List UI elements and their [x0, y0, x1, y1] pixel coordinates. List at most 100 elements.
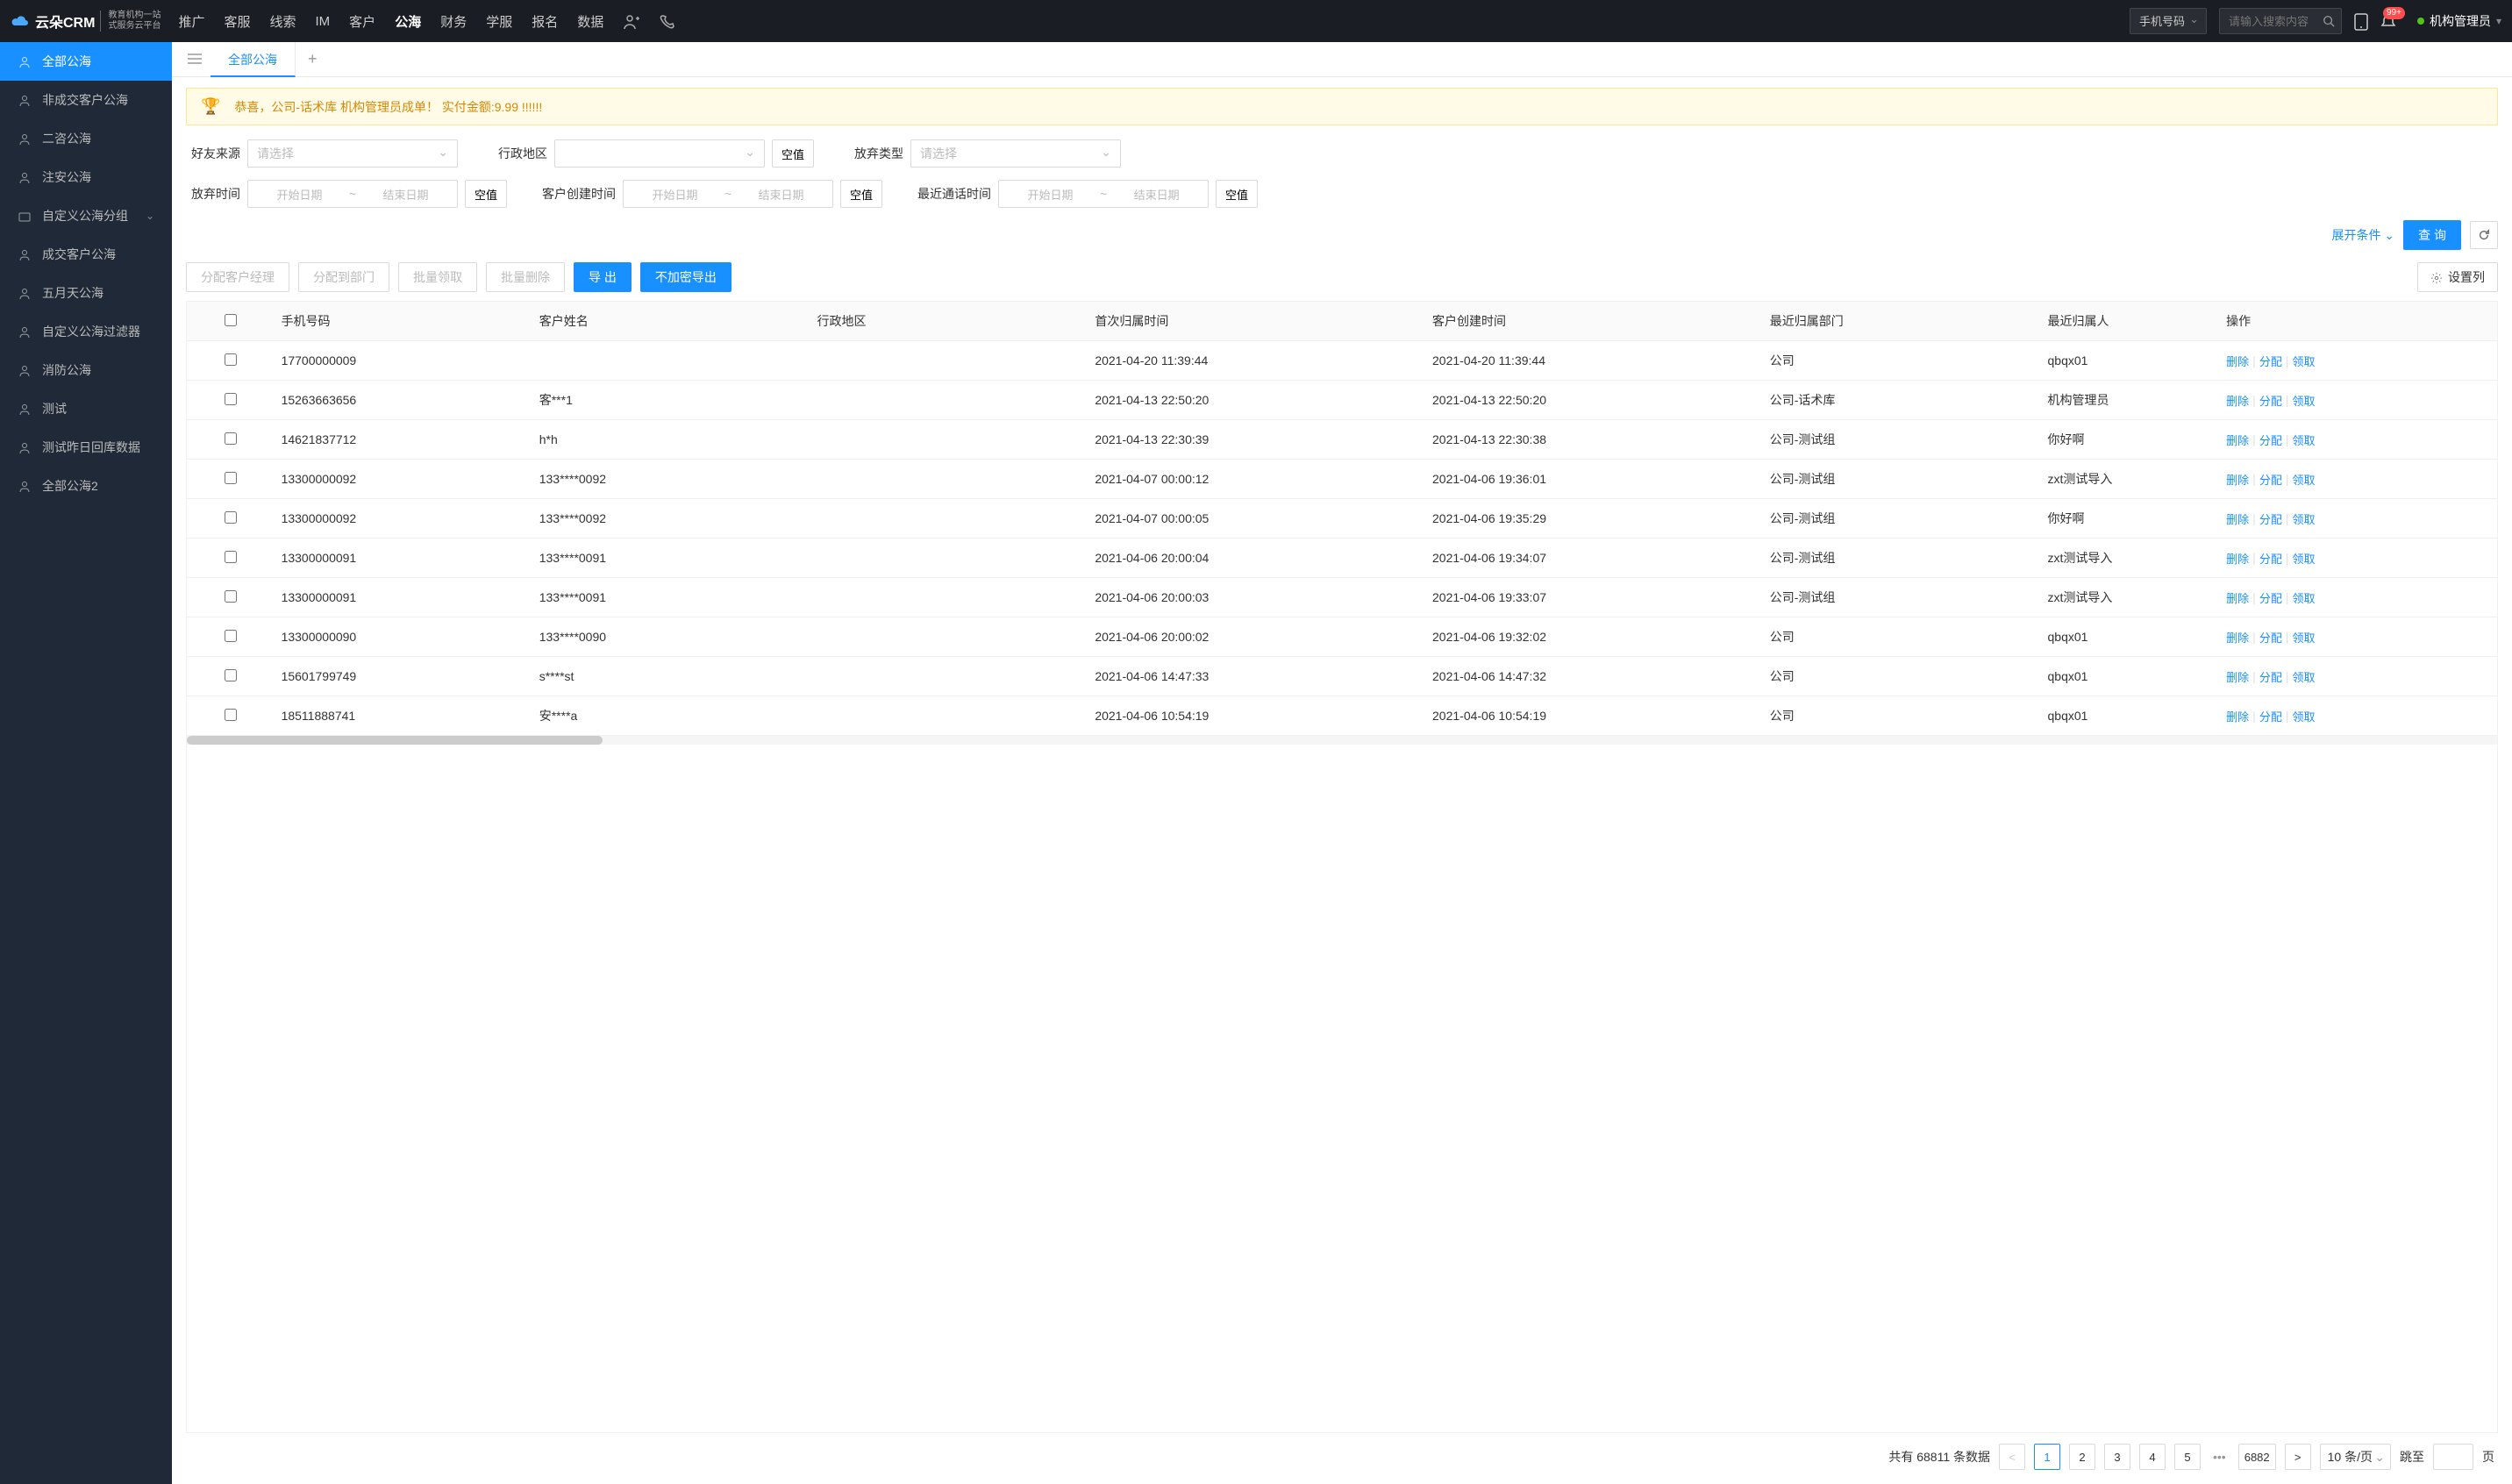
- assign-link[interactable]: 分配: [2259, 510, 2282, 527]
- phone-icon[interactable]: [660, 12, 675, 31]
- assign-link[interactable]: 分配: [2259, 392, 2282, 409]
- refresh-button[interactable]: [2470, 221, 2498, 249]
- page-5[interactable]: 5: [2174, 1444, 2201, 1470]
- claim-link[interactable]: 领取: [2292, 510, 2315, 527]
- tab-add-button[interactable]: +: [296, 50, 330, 68]
- bell-icon[interactable]: 99+: [2380, 12, 2396, 31]
- assign-link[interactable]: 分配: [2259, 708, 2282, 724]
- nav-item-数据[interactable]: 数据: [577, 12, 603, 31]
- delete-link[interactable]: 删除: [2226, 629, 2249, 646]
- sidebar-item-二咨公海[interactable]: 二咨公海: [0, 119, 172, 158]
- row-checkbox[interactable]: [225, 551, 237, 563]
- date-range-input[interactable]: 开始日期~结束日期: [998, 180, 1209, 208]
- nav-item-线索[interactable]: 线索: [269, 12, 296, 31]
- date-range-input[interactable]: 开始日期~结束日期: [623, 180, 833, 208]
- row-checkbox[interactable]: [225, 472, 237, 484]
- nav-item-公海[interactable]: 公海: [395, 12, 421, 31]
- row-checkbox[interactable]: [225, 590, 237, 603]
- assign-link[interactable]: 分配: [2259, 471, 2282, 488]
- column-settings-button[interactable]: 设置列: [2417, 262, 2498, 292]
- select-all-checkbox[interactable]: [225, 314, 237, 326]
- sidebar-item-五月天公海[interactable]: 五月天公海: [0, 274, 172, 312]
- sidebar-item-注安公海[interactable]: 注安公海: [0, 158, 172, 196]
- assign-link[interactable]: 分配: [2259, 668, 2282, 685]
- sidebar-item-全部公海[interactable]: 全部公海: [0, 42, 172, 81]
- clear-button[interactable]: 空值: [465, 180, 507, 208]
- page-2[interactable]: 2: [2069, 1444, 2095, 1470]
- tabs-collapse-icon[interactable]: [179, 52, 211, 68]
- page-last[interactable]: 6882: [2238, 1444, 2276, 1470]
- claim-link[interactable]: 领取: [2292, 550, 2315, 567]
- row-checkbox[interactable]: [225, 393, 237, 405]
- nav-item-推广[interactable]: 推广: [178, 12, 204, 31]
- delete-link[interactable]: 删除: [2226, 392, 2249, 409]
- logo[interactable]: 云朵CRM 教育机构一站 式服务云平台: [11, 11, 161, 32]
- filter-select[interactable]: 请选择: [910, 139, 1121, 168]
- clear-button[interactable]: 空值: [1216, 180, 1258, 208]
- tab-全部公海[interactable]: 全部公海: [211, 42, 296, 77]
- claim-link[interactable]: 领取: [2292, 629, 2315, 646]
- delete-link[interactable]: 删除: [2226, 589, 2249, 606]
- query-button[interactable]: 查 询: [2403, 220, 2461, 250]
- sidebar-item-自定义公海过滤器[interactable]: 自定义公海过滤器: [0, 312, 172, 351]
- row-checkbox[interactable]: [225, 630, 237, 642]
- assign-link[interactable]: 分配: [2259, 432, 2282, 448]
- sidebar-item-成交客户公海[interactable]: 成交客户公海: [0, 235, 172, 274]
- row-checkbox[interactable]: [225, 669, 237, 681]
- expand-filters-link[interactable]: 展开条件 ⌄: [2331, 226, 2394, 244]
- nav-item-客户[interactable]: 客户: [349, 12, 375, 31]
- tablet-icon[interactable]: [2354, 11, 2368, 30]
- page-1[interactable]: 1: [2034, 1444, 2060, 1470]
- nav-item-学服[interactable]: 学服: [486, 12, 512, 31]
- delete-link[interactable]: 删除: [2226, 668, 2249, 685]
- delete-link[interactable]: 删除: [2226, 471, 2249, 488]
- assign-link[interactable]: 分配: [2259, 550, 2282, 567]
- sidebar-item-测试昨日回库数据[interactable]: 测试昨日回库数据: [0, 428, 172, 467]
- sidebar-item-自定义公海分组[interactable]: 自定义公海分组⌄: [0, 196, 172, 235]
- row-checkbox[interactable]: [225, 709, 237, 721]
- horizontal-scrollbar[interactable]: [187, 736, 2497, 745]
- next-page-button[interactable]: >: [2285, 1444, 2311, 1470]
- delete-link[interactable]: 删除: [2226, 708, 2249, 724]
- nav-item-报名[interactable]: 报名: [532, 12, 558, 31]
- sidebar-item-非成交客户公海[interactable]: 非成交客户公海: [0, 81, 172, 119]
- claim-link[interactable]: 领取: [2292, 589, 2315, 606]
- sidebar-item-测试[interactable]: 测试: [0, 389, 172, 428]
- claim-link[interactable]: 领取: [2292, 353, 2315, 369]
- date-range-input[interactable]: 开始日期~结束日期: [247, 180, 458, 208]
- claim-link[interactable]: 领取: [2292, 392, 2315, 409]
- nav-item-IM[interactable]: IM: [316, 14, 331, 29]
- jump-input[interactable]: [2433, 1444, 2473, 1470]
- clear-button[interactable]: 空值: [772, 139, 814, 168]
- filter-select[interactable]: 请选择: [247, 139, 458, 168]
- claim-link[interactable]: 领取: [2292, 471, 2315, 488]
- sidebar-item-全部公海2[interactable]: 全部公海2: [0, 467, 172, 505]
- delete-link[interactable]: 删除: [2226, 510, 2249, 527]
- prev-page-button[interactable]: <: [1999, 1444, 2025, 1470]
- nav-item-客服[interactable]: 客服: [224, 12, 250, 31]
- assign-link[interactable]: 分配: [2259, 353, 2282, 369]
- page-size-select[interactable]: 10 条/页: [2320, 1444, 2391, 1470]
- assign-link[interactable]: 分配: [2259, 589, 2282, 606]
- assign-link[interactable]: 分配: [2259, 629, 2282, 646]
- delete-link[interactable]: 删除: [2226, 353, 2249, 369]
- action-不加密导出[interactable]: 不加密导出: [640, 262, 731, 292]
- search-type-select[interactable]: 手机号码: [2130, 8, 2207, 34]
- user-menu[interactable]: 机构管理员 ▾: [2417, 12, 2501, 30]
- claim-link[interactable]: 领取: [2292, 668, 2315, 685]
- search-icon[interactable]: [2323, 13, 2335, 28]
- row-checkbox[interactable]: [225, 511, 237, 524]
- nav-item-财务[interactable]: 财务: [440, 12, 467, 31]
- claim-link[interactable]: 领取: [2292, 708, 2315, 724]
- row-checkbox[interactable]: [225, 353, 237, 366]
- page-4[interactable]: 4: [2139, 1444, 2166, 1470]
- claim-link[interactable]: 领取: [2292, 432, 2315, 448]
- page-3[interactable]: 3: [2104, 1444, 2130, 1470]
- clear-button[interactable]: 空值: [840, 180, 882, 208]
- filter-select[interactable]: [554, 139, 765, 168]
- row-checkbox[interactable]: [225, 432, 237, 445]
- sidebar-item-消防公海[interactable]: 消防公海: [0, 351, 172, 389]
- user-add-icon[interactable]: [623, 11, 640, 30]
- delete-link[interactable]: 删除: [2226, 432, 2249, 448]
- action-导 出[interactable]: 导 出: [574, 262, 632, 292]
